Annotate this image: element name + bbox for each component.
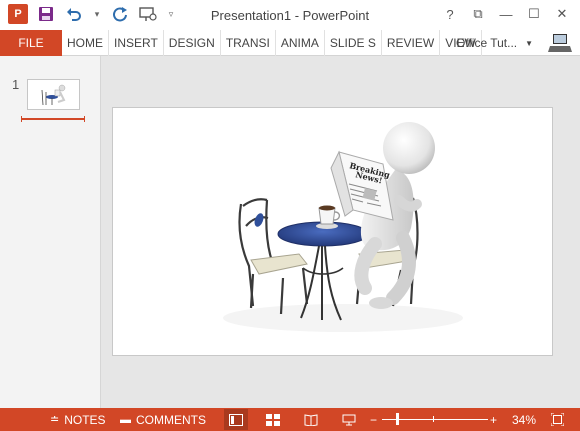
slide-thumbnail[interactable] [27, 79, 80, 110]
stick-figure-reading-news-picture: Breaking News! [223, 122, 463, 332]
tab-list: HOME INSERT DESIGN TRANSI ANIMA SLIDE S … [62, 30, 482, 56]
tab-insert[interactable]: INSERT [109, 30, 164, 56]
zoom-in-button[interactable]: + [490, 408, 497, 431]
notes-button[interactable]: ≐ NOTES [50, 408, 106, 431]
comments-icon: ▬ [120, 413, 131, 426]
close-button[interactable]: ✕ [548, 4, 576, 24]
redo-icon[interactable] [110, 4, 130, 24]
save-icon[interactable] [36, 4, 56, 24]
account-caret-icon: ▼ [525, 38, 534, 48]
comments-button[interactable]: ▬ COMMENTS [120, 408, 206, 431]
undo-dropdown-icon[interactable]: ▾ [92, 4, 102, 24]
powerpoint-app-icon[interactable]: P [8, 4, 28, 24]
tab-slide-show[interactable]: SLIDE S [325, 30, 382, 56]
ribbon-tabs: FILE HOME INSERT DESIGN TRANSI ANIMA SLI… [0, 30, 580, 56]
window-controls: ? ⧉ — ☐ ✕ [436, 4, 576, 24]
zoom-level[interactable]: 34% [512, 408, 536, 431]
tab-review[interactable]: REVIEW [382, 30, 441, 56]
account-avatar-icon[interactable] [548, 33, 572, 53]
notes-icon: ≐ [50, 414, 60, 426]
status-bar: ≐ NOTES ▬ COMMENTS − + 34% [0, 408, 580, 431]
present-icon[interactable] [138, 4, 158, 24]
account-menu[interactable]: Office Tut... ▼ [456, 30, 533, 56]
undo-icon[interactable] [64, 4, 84, 24]
help-button[interactable]: ? [436, 4, 464, 24]
slide-editing-area: Breaking News! [102, 56, 580, 408]
slide-thumbnail-pane: 1 [0, 56, 101, 408]
newspaper: Breaking News! [330, 150, 394, 221]
coffee-cup [316, 205, 341, 229]
tab-design[interactable]: DESIGN [164, 30, 221, 56]
zoom-out-button[interactable]: − [370, 408, 377, 431]
thumbnail-picture [41, 84, 66, 106]
ribbon-display-options-icon[interactable]: ⧉ [464, 4, 492, 24]
workspace: 1 Breaking News! [0, 56, 580, 408]
slide-show-view-icon[interactable] [337, 409, 361, 430]
customize-qat-icon[interactable]: ▿ [166, 4, 176, 24]
slide-number: 1 [12, 77, 20, 92]
title-bar: Presentation1 - PowerPoint P ▾ ▿ ? ⧉ — ☐… [0, 0, 580, 30]
account-name: Office Tut... [456, 36, 518, 50]
fit-to-window-icon[interactable] [545, 409, 569, 430]
tab-transitions[interactable]: TRANSI [221, 30, 276, 56]
maximize-button[interactable]: ☐ [520, 4, 548, 24]
reading-view-icon[interactable] [299, 409, 323, 430]
slide-canvas[interactable]: Breaking News! [112, 107, 553, 356]
thumbnail-insertion-marker [21, 116, 85, 122]
comments-label: COMMENTS [136, 412, 206, 427]
tab-home[interactable]: HOME [62, 30, 109, 56]
quick-access-toolbar: P ▾ ▿ [8, 4, 184, 24]
tab-file[interactable]: FILE [0, 30, 62, 56]
zoom-slider-thumb[interactable] [396, 413, 399, 425]
minimize-button[interactable]: — [492, 4, 520, 24]
zoom-slider-midpoint [433, 416, 434, 422]
notes-label: NOTES [64, 412, 106, 427]
normal-view-icon[interactable] [224, 409, 248, 430]
stick-figure [354, 122, 435, 309]
slide-sorter-view-icon[interactable] [261, 409, 285, 430]
tab-animations[interactable]: ANIMA [276, 30, 325, 56]
